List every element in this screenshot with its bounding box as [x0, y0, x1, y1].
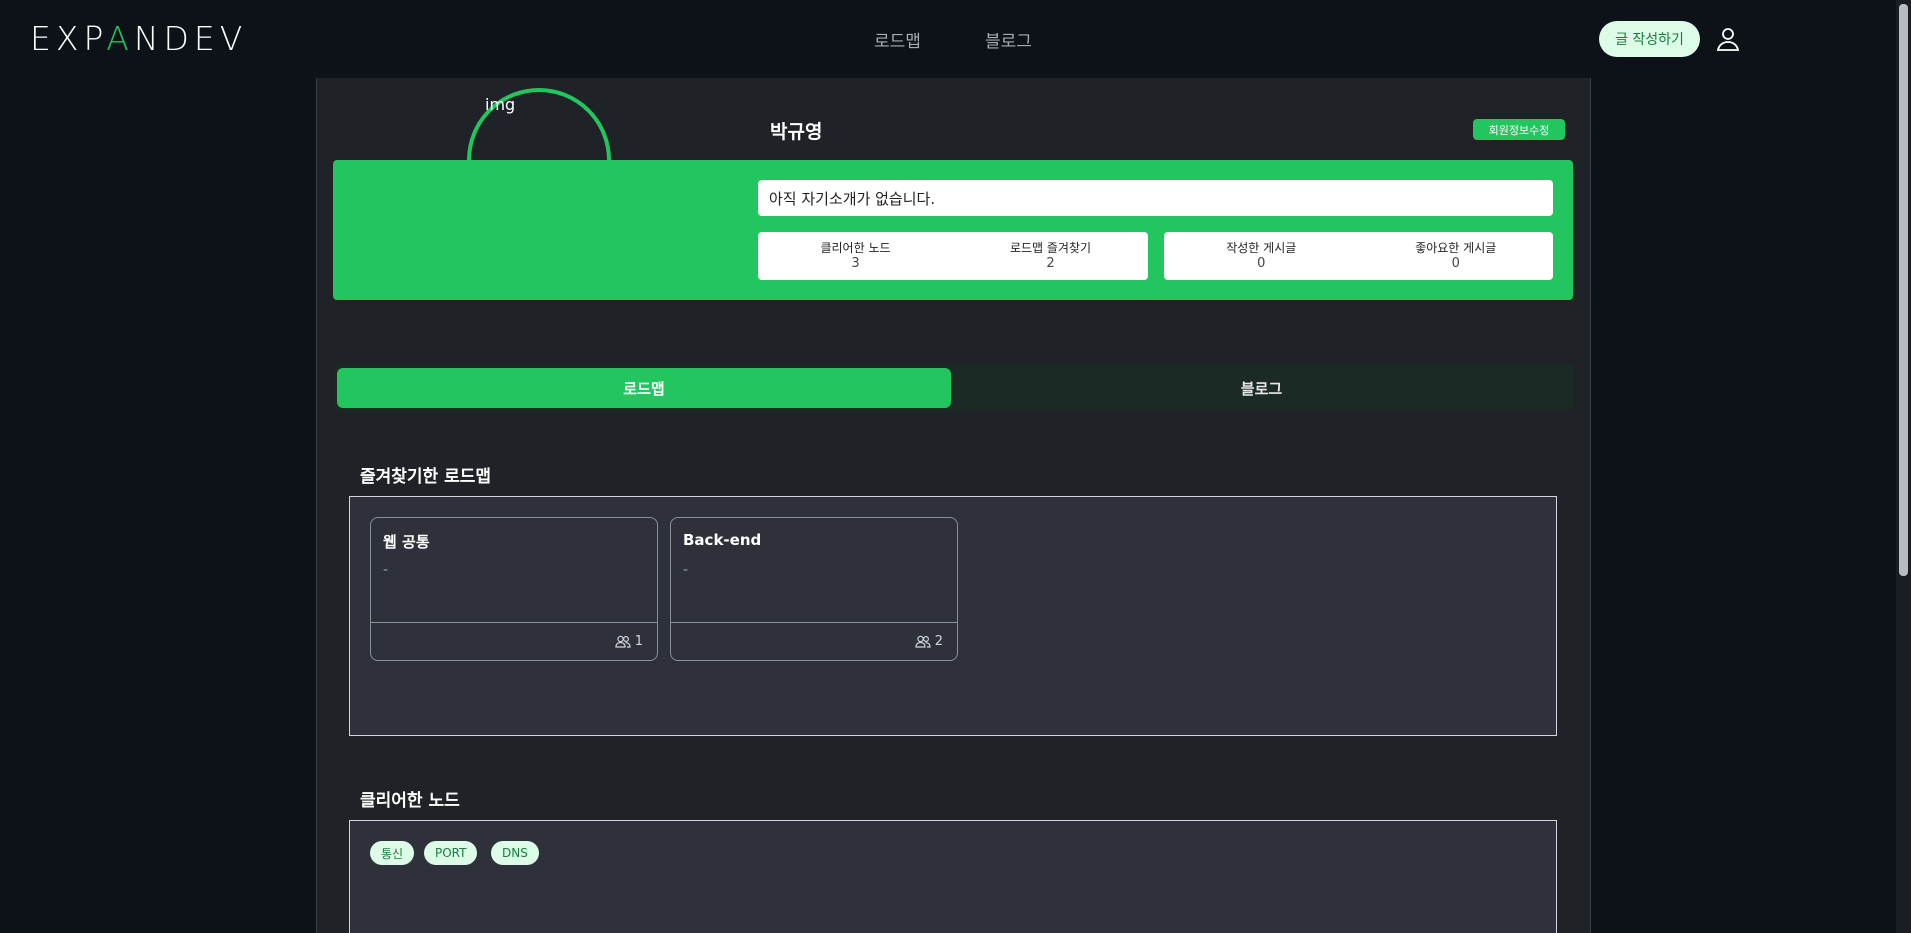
divider — [671, 622, 957, 623]
roadmap-card[interactable]: Back-end - 2 — [670, 517, 958, 661]
cleared-nodes-title: 클리어한 노드 — [360, 791, 460, 811]
roadmap-card-footer: 1 — [615, 634, 643, 649]
favorite-count: 1 — [634, 634, 643, 649]
stat-written-posts: 작성한 게시글 0 — [1226, 240, 1297, 271]
nav-blog[interactable]: 블로그 — [985, 27, 1032, 52]
tab-blog[interactable]: 블로그 — [952, 368, 1571, 408]
intro-text: 아직 자기소개가 없습니다. — [758, 180, 1553, 216]
roadmap-card-title: Back-end — [683, 531, 762, 549]
node-tag[interactable]: PORT — [424, 841, 478, 865]
roadmap-card-title: 웹 공통 — [383, 533, 430, 551]
node-tag[interactable]: 통신 — [370, 841, 415, 865]
users-icon — [915, 635, 931, 648]
write-post-button[interactable]: 글 작성하기 — [1599, 21, 1700, 57]
stat-liked-posts: 좋아요한 게시글 0 — [1415, 240, 1497, 271]
favorite-count: 2 — [934, 634, 943, 649]
node-tag[interactable]: DNS — [491, 841, 539, 865]
logo[interactable]: EXPANDEV — [30, 19, 247, 58]
avatar-alt-text: img — [485, 95, 516, 114]
divider — [371, 622, 657, 623]
tab-roadmap[interactable]: 로드맵 — [337, 368, 951, 408]
stat-cleared-nodes: 클리어한 노드 3 — [820, 240, 891, 271]
roadmap-card-desc: - — [683, 562, 689, 578]
roadmap-card[interactable]: 웹 공통 - 1 — [370, 517, 658, 661]
cleared-nodes-box — [349, 820, 1557, 933]
username: 박규영 — [770, 121, 823, 143]
roadmap-card-footer: 2 — [915, 634, 943, 649]
top-header: EXPANDEV 로드맵 블로그 글 작성하기 — [0, 0, 1911, 78]
user-icon[interactable] — [1716, 26, 1740, 52]
edit-profile-button[interactable]: 회원정보수정 — [1473, 119, 1565, 140]
scrollbar-thumb[interactable] — [1899, 4, 1908, 576]
users-icon — [615, 635, 631, 648]
stat-roadmap-favorites: 로드맵 즐겨찾기 2 — [1009, 240, 1092, 271]
stats-roadmap: 클리어한 노드 3 로드맵 즐겨찾기 2 — [758, 232, 1148, 280]
tab-bar: 로드맵 블로그 — [335, 363, 1573, 411]
favorites-title: 즐겨찾기한 로드맵 — [360, 467, 492, 487]
nav-roadmap[interactable]: 로드맵 — [874, 27, 921, 52]
roadmap-card-desc: - — [383, 562, 389, 578]
stats-blog: 작성한 게시글 0 좋아요한 게시글 0 — [1164, 232, 1553, 280]
